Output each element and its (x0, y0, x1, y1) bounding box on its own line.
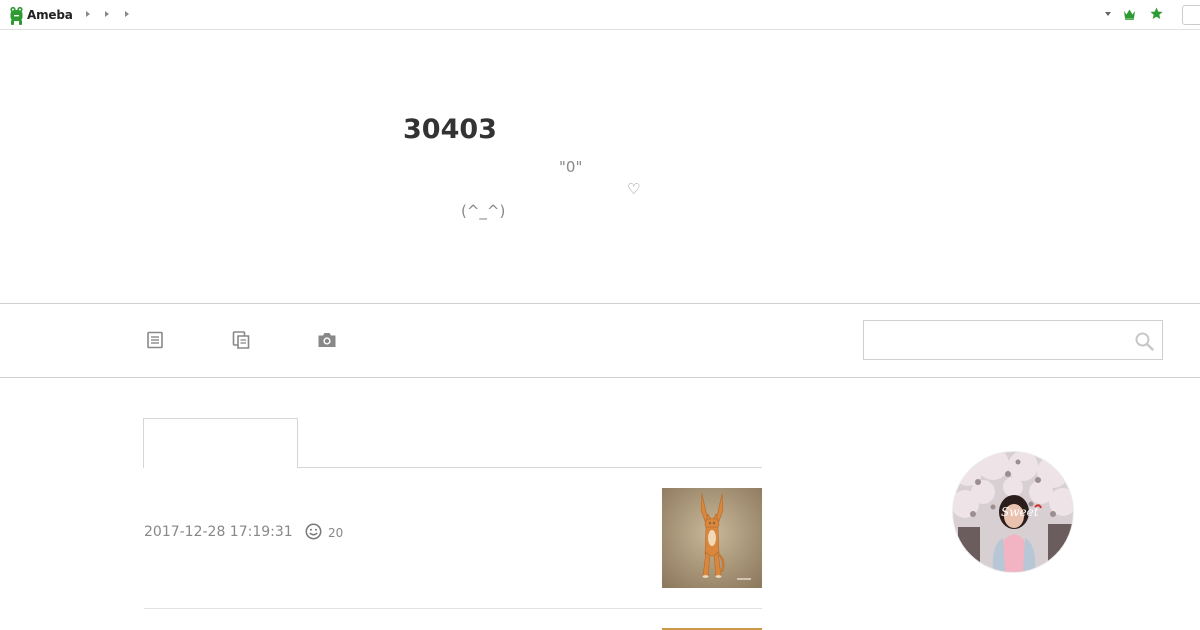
search-icon[interactable] (1134, 331, 1154, 351)
tab-recent[interactable] (143, 418, 298, 468)
search-box (863, 320, 1163, 360)
ameba-frog-icon (10, 6, 23, 25)
theme-list-icon[interactable] (231, 330, 251, 350)
entry-tabs (143, 418, 762, 468)
photo-camera-icon[interactable] (317, 330, 337, 350)
reaction-count: 20 (328, 526, 344, 540)
star-icon[interactable] (1150, 7, 1163, 20)
tab-themes[interactable] (453, 418, 608, 467)
crown-icon[interactable] (1123, 8, 1136, 20)
entry-divider (144, 608, 762, 609)
search-input[interactable] (864, 321, 1129, 359)
logo-text: Ameba (27, 8, 73, 22)
tab-popular[interactable] (298, 418, 453, 467)
svg-text:Sweet: Sweet (1001, 505, 1039, 519)
profile-avatar-image: Sweet (953, 452, 1073, 572)
breadcrumb-arrow-icon[interactable] (125, 11, 129, 17)
blog-description-line: (^_^) (461, 202, 506, 220)
entry-list-item[interactable]: 2017-12-28 17:19:31 20 (144, 488, 762, 608)
blog-title[interactable]: 30403 (403, 114, 497, 145)
article-list-icon[interactable] (145, 330, 165, 350)
tab-archive[interactable] (608, 418, 763, 467)
blog-description-line: "0" (559, 158, 583, 176)
breadcrumb-arrow-icon[interactable] (86, 11, 90, 17)
account-button[interactable] (1182, 5, 1200, 25)
blog-navbar (0, 303, 1200, 378)
profile-avatar[interactable]: Sweet (953, 452, 1073, 572)
entry-thumbnail[interactable] (662, 488, 762, 588)
breadcrumb-arrow-icon[interactable] (105, 11, 109, 17)
smile-icon (305, 523, 322, 540)
dropdown-caret-icon[interactable] (1105, 12, 1111, 16)
global-topbar: Ameba (0, 0, 1200, 30)
ameba-logo[interactable]: Ameba (9, 5, 73, 25)
blog-header: 30403 "0" ♡ (^_^) (0, 30, 1200, 303)
blog-description-line: ♡ (627, 180, 641, 198)
entry-date: 2017-12-28 17:19:31 (144, 524, 293, 540)
